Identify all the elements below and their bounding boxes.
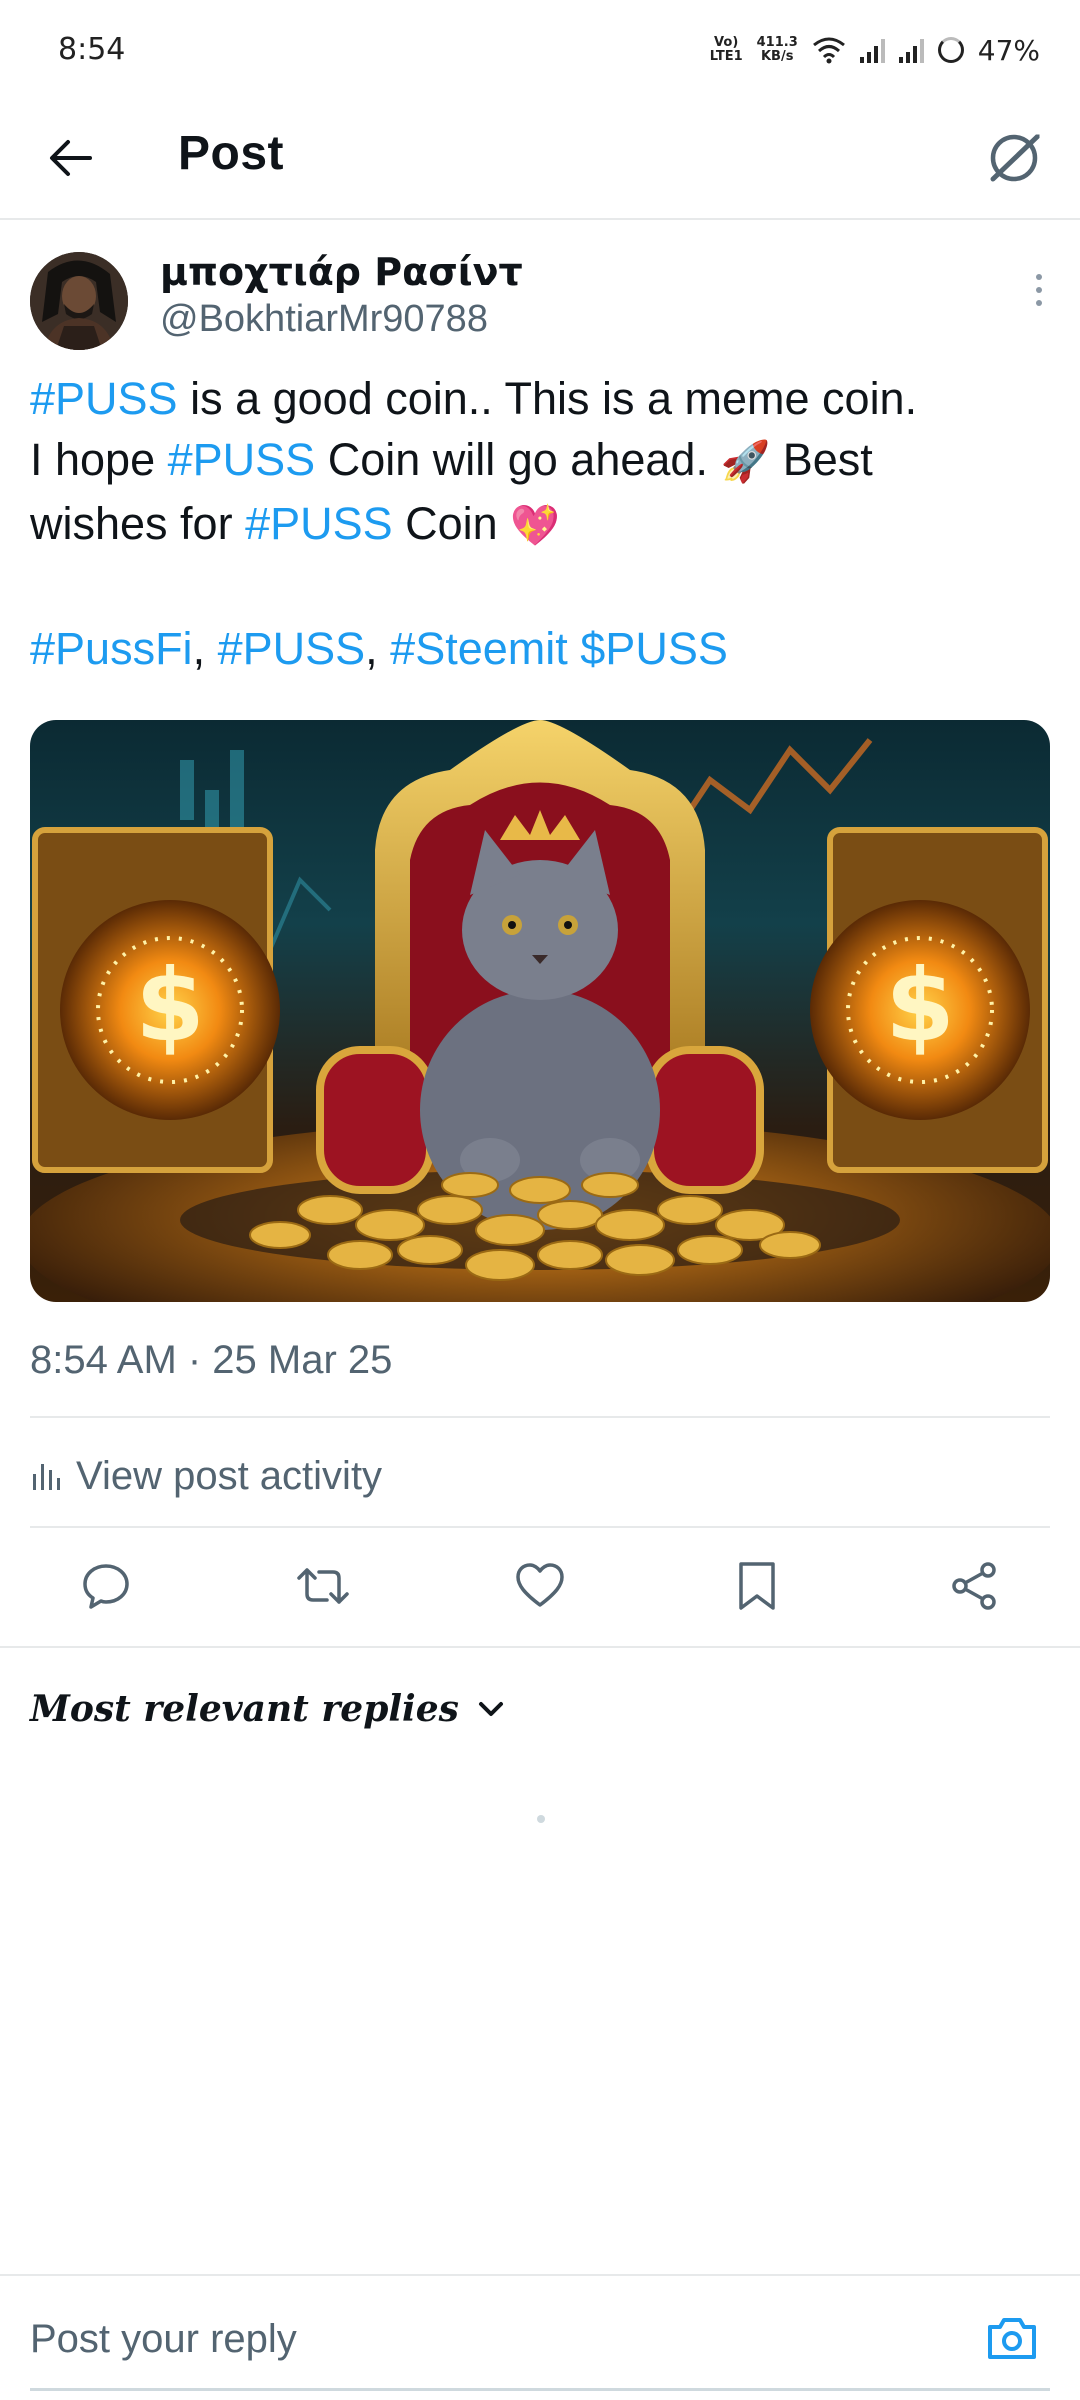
author-display-name[interactable]: μποχτιάρ Ρασίντ [160,250,523,294]
like-icon [516,1563,564,1607]
reply-button[interactable] [76,1556,136,1616]
svg-text:$: $ [135,947,205,1064]
battery-percent: 47% [977,33,1040,67]
loading-indicator [537,1815,545,1823]
analytics-icon [33,1464,60,1490]
hashtag-link[interactable]: #Steemit [390,623,568,674]
view-post-activity-link[interactable]: View post activity [30,1446,382,1506]
camera-button[interactable] [980,2306,1044,2370]
bookmark-icon [739,1562,775,1610]
post-timestamp[interactable]: 8:54 AM · 25 Mar 25 [30,1338,392,1383]
repost-button[interactable] [293,1556,353,1616]
battery-ring-icon [937,37,964,63]
hashtag-link[interactable]: #PUSS [218,623,366,674]
activity-label: View post activity [76,1453,383,1498]
status-bar: 8:54 Vo) LTE1 411.3 KB/s 47% [0,0,1080,100]
author-handle[interactable]: @BokhtiarMr90788 [160,298,488,341]
sparkling-heart-emoji: 💖 [510,504,561,548]
avatar-image [30,252,128,350]
repost-icon [297,1568,349,1604]
page-title: Post [178,127,285,180]
reply-underline [30,2388,1050,2391]
svg-text:$: $ [885,947,955,1064]
reply-input[interactable] [30,2314,930,2364]
hashtag-link[interactable]: #PUSS [245,498,393,549]
network-speed: 411.3 KB/s [756,35,798,64]
replies-sort-label: Most relevant replies [30,1688,459,1730]
top-app-bar: Post [0,100,1080,220]
more-options-button[interactable] [1024,270,1054,310]
status-icons: Vo) LTE1 411.3 KB/s 47% [710,30,1040,70]
post-image[interactable]: $ $ [30,720,1050,1302]
more-dot-icon [1036,274,1042,280]
divider [30,1526,1050,1528]
reply-composer [0,2274,1080,2400]
wifi-icon [812,37,845,64]
replies-sort-dropdown[interactable]: Most relevant replies [30,1682,505,1736]
volte-indicator: Vo) LTE1 [709,35,743,64]
hashtag-link[interactable]: #PUSS [30,373,178,424]
signal-icon-1 [859,37,885,63]
arrow-left-icon [50,140,92,176]
post-line-3: wishes for #PUSS Coin 💖 [30,493,1050,557]
signal-icon-2 [898,37,924,63]
like-button[interactable] [510,1556,570,1616]
more-dot-icon [1036,300,1042,306]
divider [0,1646,1080,1648]
cashtag-link[interactable]: $PUSS [580,623,728,674]
divider [30,1416,1050,1418]
grok-button[interactable] [982,124,1048,190]
more-dot-icon [1036,287,1042,293]
post-tags-line: #PussFi, #PUSS, #Steemit $PUSS [30,623,728,674]
post-line-2: I hope #PUSS Coin will go ahead. 🚀 Best [30,429,1050,493]
rocket-emoji: 🚀 [720,440,771,484]
reply-icon [83,1564,129,1609]
avatar[interactable] [30,252,128,350]
post-action-bar [30,1550,1050,1622]
bookmark-button[interactable] [727,1556,787,1616]
camera-icon [988,2318,1036,2359]
post-line-1: #PUSS is a good coin.. This is a meme co… [30,373,918,424]
post-text: #PUSS is a good coin.. This is a meme co… [30,368,1050,679]
hashtag-link[interactable]: #PUSS [168,434,316,485]
grok-icon [990,131,1043,182]
share-button[interactable] [944,1556,1004,1616]
cat-on-throne-image: $ $ [30,720,1050,1302]
chevron-down-icon [478,1702,503,1716]
share-icon [952,1562,996,1610]
hashtag-link[interactable]: #PussFi [30,623,193,674]
back-button[interactable] [40,128,100,188]
status-time: 8:54 [58,32,126,67]
